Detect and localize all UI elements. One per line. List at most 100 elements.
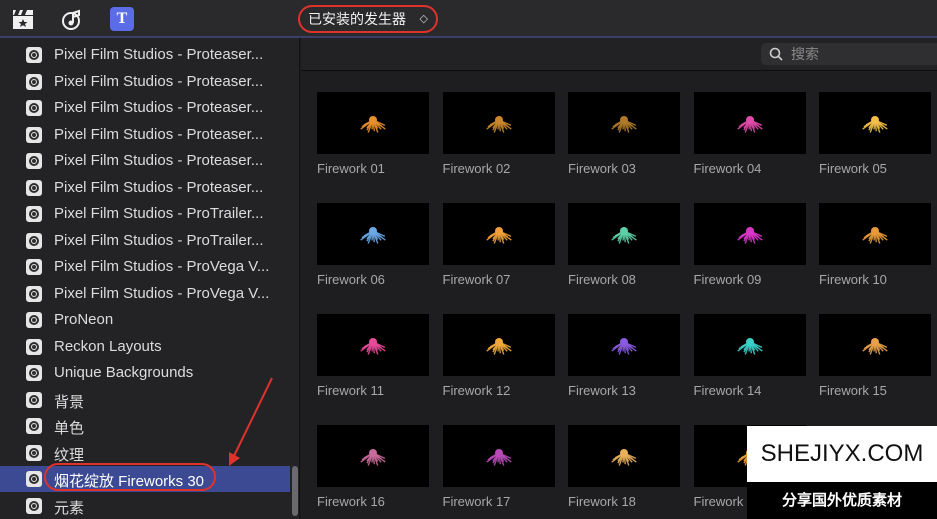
generator-category-icon bbox=[26, 365, 42, 381]
firework-thumbnail bbox=[568, 92, 680, 154]
browser-topbar: 搜索 bbox=[301, 38, 937, 71]
sidebar-item[interactable]: Pixel Film Studios - ProTrailer... bbox=[0, 228, 290, 254]
generator-category-icon bbox=[26, 47, 42, 63]
generator-tile-label: Firework 08 bbox=[568, 272, 636, 287]
generator-category-dropdown[interactable]: 已安装的发生器 ◇ bbox=[298, 5, 438, 33]
firework-burst bbox=[485, 338, 512, 355]
sidebar-item-label: Pixel Film Studios - Proteaser... bbox=[54, 99, 264, 116]
firework-burst bbox=[360, 449, 386, 466]
firework-burst bbox=[736, 338, 763, 355]
generator-tile-label: Firework 02 bbox=[442, 161, 511, 176]
generator-tile-label: Firework 07 bbox=[442, 272, 511, 287]
search-placeholder: 搜索 bbox=[791, 46, 819, 62]
generator-category-icon bbox=[26, 444, 42, 461]
generator-tile-label: Firework 12 bbox=[442, 383, 511, 398]
generator-tile-label: Firework 10 bbox=[819, 272, 887, 287]
sidebar-item[interactable]: Pixel Film Studios - Proteaser... bbox=[0, 69, 290, 95]
firework-thumbnail bbox=[442, 203, 555, 265]
sidebar-item[interactable]: Pixel Film Studios - Proteaser... bbox=[0, 95, 290, 121]
firework-thumbnail bbox=[317, 425, 429, 487]
firework-thumbnail bbox=[317, 203, 429, 265]
generator-category-icon bbox=[26, 100, 42, 116]
sidebar-item-label: 元素 bbox=[54, 499, 85, 517]
firework-burst bbox=[862, 338, 888, 355]
sidebar-item[interactable]: 背景 bbox=[0, 387, 290, 413]
firework-burst bbox=[485, 227, 512, 244]
generator-category-icon bbox=[26, 153, 42, 169]
watermark: SHEJIYX.COM 分享国外优质素材 bbox=[747, 426, 937, 519]
firework-burst bbox=[611, 116, 637, 133]
sidebar-item[interactable]: Unique Backgrounds bbox=[0, 360, 290, 386]
sidebar-item[interactable]: ProNeon bbox=[0, 307, 290, 333]
sidebar-item-label: Pixel Film Studios - Proteaser... bbox=[54, 152, 264, 169]
generator-category-icon bbox=[26, 418, 42, 434]
firework-thumbnail bbox=[568, 314, 680, 376]
sidebar-item-label: Pixel Film Studios - ProTrailer... bbox=[54, 231, 264, 249]
sidebar-item-label: Pixel Film Studios - ProTrailer... bbox=[54, 205, 264, 222]
generator-category-icon bbox=[26, 206, 42, 222]
sidebar-item-label: Pixel Film Studios - ProVega V... bbox=[54, 284, 270, 302]
titles-icon[interactable]: T bbox=[110, 7, 134, 31]
generator-category-icon bbox=[26, 232, 42, 249]
firework-thumbnail bbox=[442, 314, 555, 376]
sidebar-scrollbar[interactable] bbox=[292, 466, 298, 516]
sidebar-item[interactable]: Pixel Film Studios - Proteaser... bbox=[0, 175, 290, 201]
sidebar-item-label: Unique Backgrounds bbox=[54, 364, 194, 381]
sidebar-item[interactable]: Pixel Film Studios - Proteaser... bbox=[0, 42, 290, 68]
sidebar-item[interactable]: Pixel Film Studios - ProTrailer... bbox=[0, 201, 290, 227]
sidebar-item-label: 烟花绽放 Fireworks 30 bbox=[54, 473, 205, 490]
firework-thumbnail bbox=[819, 314, 931, 376]
sidebar-item-label: Pixel Film Studios - Proteaser... bbox=[54, 46, 264, 63]
firework-burst bbox=[862, 116, 888, 133]
sidebar-item[interactable]: Reckon Layouts bbox=[0, 334, 290, 360]
sidebar-item[interactable]: Pixel Film Studios - ProVega V... bbox=[0, 281, 290, 307]
firework-burst bbox=[360, 227, 386, 244]
firework-thumbnail bbox=[317, 92, 429, 154]
generator-tile-label: Firework 17 bbox=[442, 494, 511, 509]
sidebar-item[interactable]: Pixel Film Studios - ProVega V... bbox=[0, 254, 290, 280]
watermark-tagline: 分享国外优质素材 bbox=[747, 482, 937, 519]
sidebar-item-label: Pixel Film Studios - Proteaser... bbox=[54, 125, 264, 143]
generator-category-icon bbox=[26, 471, 42, 487]
firework-burst bbox=[485, 449, 512, 466]
firework-burst bbox=[611, 227, 637, 244]
clapper-icon[interactable] bbox=[11, 7, 35, 31]
music-icon[interactable] bbox=[61, 7, 85, 31]
firework-thumbnail bbox=[568, 203, 680, 265]
sidebar-item[interactable]: 纹理 bbox=[0, 440, 290, 466]
sidebar-item[interactable]: 单色 bbox=[0, 413, 290, 439]
firework-thumbnail bbox=[317, 314, 429, 376]
firework-thumbnail bbox=[568, 425, 680, 487]
sidebar-item-label: 单色 bbox=[54, 420, 85, 437]
generator-category-icon bbox=[26, 338, 42, 355]
generator-tile-label: Firework 05 bbox=[819, 161, 887, 176]
firework-burst bbox=[611, 449, 637, 466]
generator-tile-label: Firework 15 bbox=[819, 383, 887, 398]
sidebar-item[interactable]: Pixel Film Studios - Proteaser... bbox=[0, 122, 290, 148]
firework-burst bbox=[736, 227, 763, 244]
firework-burst bbox=[736, 116, 763, 133]
firework-thumbnail bbox=[693, 92, 806, 154]
firework-burst bbox=[862, 227, 888, 244]
firework-thumbnail bbox=[442, 425, 555, 487]
sidebar-item-label: Pixel Film Studios - ProVega V... bbox=[54, 258, 270, 275]
generator-category-icon bbox=[26, 179, 42, 196]
chevron-updown-icon: ◇ bbox=[419, 13, 428, 25]
generator-tile-label: Firework 16 bbox=[317, 494, 385, 509]
firework-burst bbox=[485, 116, 512, 133]
sidebar-item[interactable]: Pixel Film Studios - Proteaser... bbox=[0, 148, 290, 174]
firework-thumbnail bbox=[819, 92, 931, 154]
sidebar-item[interactable]: 元素 bbox=[0, 493, 290, 519]
generator-category-icon bbox=[26, 497, 42, 514]
sidebar-item-label: 纹理 bbox=[54, 446, 85, 464]
watermark-site: SHEJIYX.COM bbox=[747, 426, 937, 482]
generator-tile-label: Firework 03 bbox=[568, 161, 636, 176]
search-input[interactable]: 搜索 bbox=[761, 43, 937, 65]
sidebar-item-label: 背景 bbox=[54, 393, 85, 411]
firework-thumbnail bbox=[819, 203, 931, 265]
firework-thumbnail bbox=[693, 314, 806, 376]
generator-category-icon bbox=[26, 73, 42, 90]
sidebar-item[interactable]: 烟花绽放 Fireworks 30 bbox=[0, 466, 290, 492]
sidebar-item-label: Pixel Film Studios - Proteaser... bbox=[54, 178, 264, 196]
generator-tile-label: Firework 04 bbox=[693, 161, 762, 176]
